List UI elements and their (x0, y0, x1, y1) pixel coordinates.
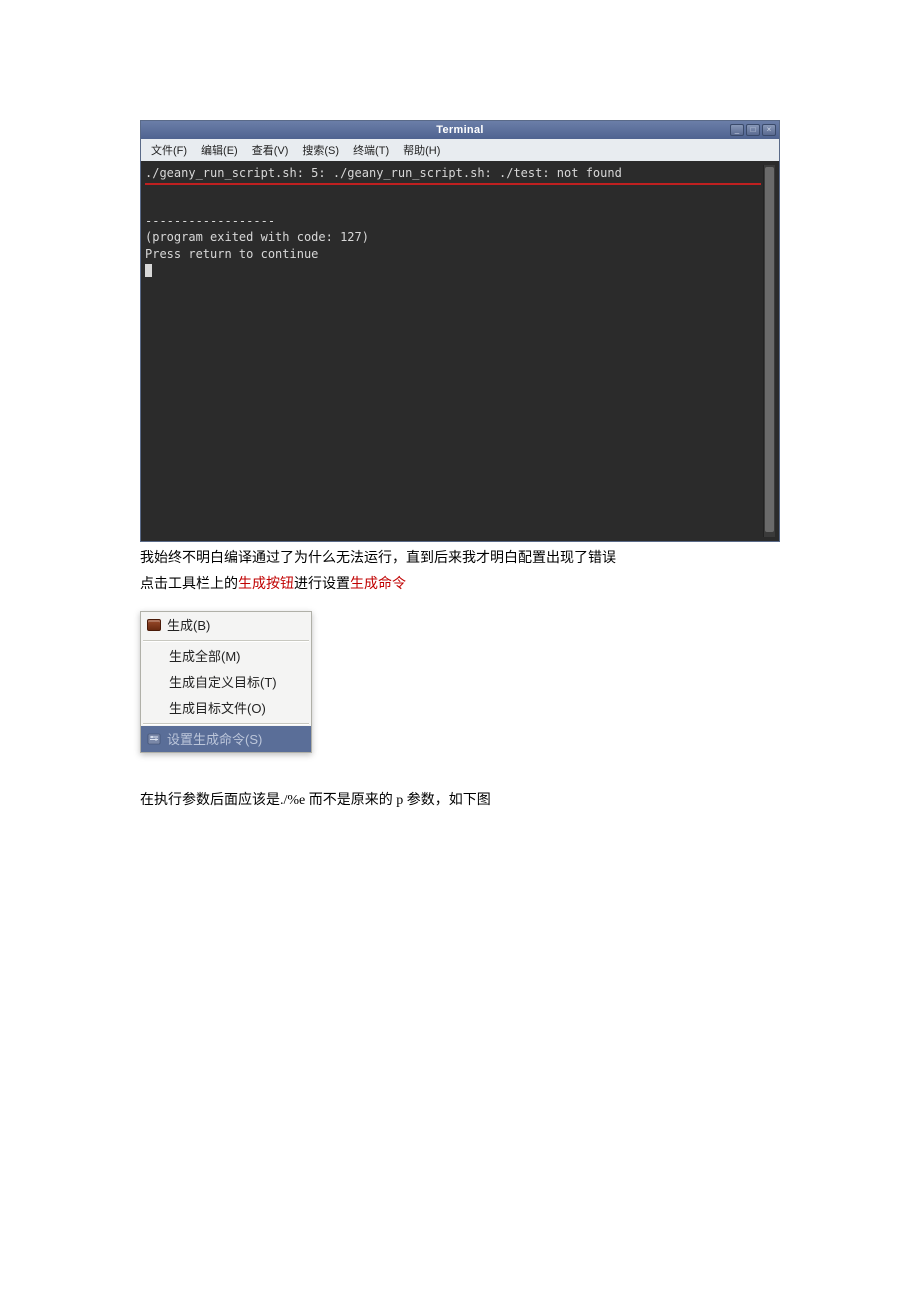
menu-item-build[interactable]: 生成(B) (141, 612, 311, 638)
titlebar-controls: _ □ × (730, 124, 779, 136)
body-paragraph-3: 在执行参数后面应该是./%e 而不是原来的 p 参数，如下图 (140, 789, 780, 809)
menu-help[interactable]: 帮助(H) (399, 140, 444, 160)
p2-a: 点击工具栏上的 (140, 577, 238, 592)
window-title: Terminal (141, 124, 779, 136)
output-dashes: ------------------ (145, 214, 275, 228)
menu-item-make-custom-label: 生成自定义目标(T) (169, 672, 277, 691)
close-button[interactable]: × (762, 124, 776, 136)
terminal-output: ./geany_run_script.sh: 5: ./geany_run_sc… (145, 165, 761, 537)
terminal-window: Terminal _ □ × 文件(F) 编辑(E) 查看(V) 搜索(S) 终… (140, 120, 780, 542)
menu-item-make-all[interactable]: 生成全部(M) (141, 643, 311, 669)
menu-item-build-label: 生成(B) (167, 615, 210, 634)
menu-file[interactable]: 文件(F) (147, 140, 191, 160)
output-error-line: ./geany_run_script.sh: 5: ./geany_run_sc… (145, 166, 622, 180)
maximize-button[interactable]: □ (746, 124, 760, 136)
body-paragraph-1: 我始终不明白编译通过了为什么无法运行，直到后来我才明白配置出现了错误 (140, 548, 780, 570)
output-press-line: Press return to continue (145, 247, 318, 261)
menu-item-make-all-label: 生成全部(M) (169, 646, 241, 665)
menu-separator (143, 723, 309, 724)
menu-separator (143, 640, 309, 641)
p2-d: 生成命令 (350, 577, 406, 592)
menu-view[interactable]: 查看(V) (248, 140, 293, 160)
cursor-icon (145, 264, 152, 277)
preferences-icon (147, 732, 161, 746)
menu-item-make-custom[interactable]: 生成自定义目标(T) (141, 669, 311, 695)
menu-terminal[interactable]: 终端(T) (349, 140, 393, 160)
menu-item-set-build-commands[interactable]: 设置生成命令(S) (141, 726, 311, 752)
brick-icon (147, 619, 161, 631)
minimize-button[interactable]: _ (730, 124, 744, 136)
menubar: 文件(F) 编辑(E) 查看(V) 搜索(S) 终端(T) 帮助(H) (141, 139, 779, 161)
menu-edit[interactable]: 编辑(E) (197, 140, 242, 160)
titlebar[interactable]: Terminal _ □ × (141, 121, 779, 139)
p2-b: 生成按钮 (238, 577, 294, 592)
error-underline (145, 183, 761, 185)
p2-c: 进行设置 (294, 577, 350, 592)
terminal-body[interactable]: ./geany_run_script.sh: 5: ./geany_run_sc… (141, 161, 779, 541)
scrollbar-thumb[interactable] (765, 167, 774, 532)
output-exit-line: (program exited with code: 127) (145, 230, 369, 244)
body-paragraph-2: 点击工具栏上的生成按钮进行设置生成命令 (140, 574, 780, 596)
build-dropdown-menu: 生成(B) 生成全部(M) 生成自定义目标(T) 生成目标文件(O) 设置生成命… (140, 611, 312, 753)
menu-item-make-object[interactable]: 生成目标文件(O) (141, 695, 311, 721)
scrollbar[interactable] (763, 165, 775, 537)
menu-item-make-object-label: 生成目标文件(O) (169, 698, 266, 717)
menu-item-set-build-label: 设置生成命令(S) (167, 729, 262, 748)
menu-search[interactable]: 搜索(S) (298, 140, 343, 160)
